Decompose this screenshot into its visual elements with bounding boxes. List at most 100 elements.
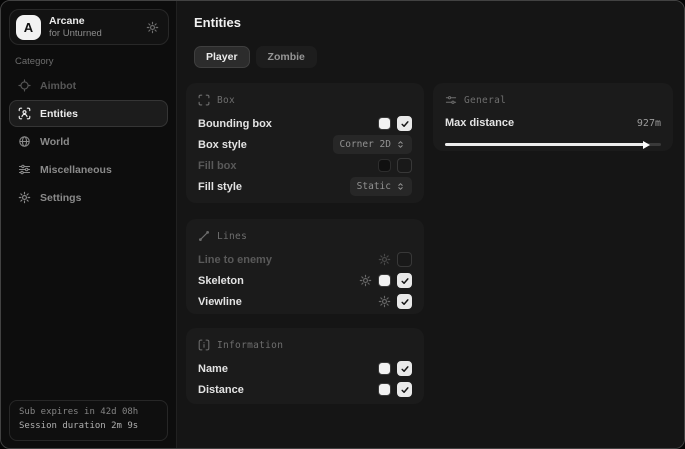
- check-icon: [400, 297, 410, 307]
- row-label: Box style: [198, 139, 247, 151]
- page-title: Entities: [194, 15, 241, 30]
- row-label: Viewline: [198, 296, 242, 308]
- line-icon: [198, 230, 210, 242]
- tab-player[interactable]: Player: [194, 46, 250, 68]
- fill-box-color-swatch[interactable]: [378, 159, 391, 172]
- panel-title: Box: [217, 95, 235, 106]
- check-icon: [400, 276, 410, 286]
- sidebar-item-label: Aimbot: [40, 80, 76, 92]
- box-panel: Box Bounding box Box style Corner 2D: [186, 83, 424, 203]
- app-logo: A: [16, 15, 41, 40]
- sidebar: A Arcane for Unturned Category Aimbot: [1, 1, 177, 448]
- row-label: Line to enemy: [198, 254, 272, 266]
- distance-color-swatch[interactable]: [378, 383, 391, 396]
- session-duration-text: Session duration 2m 9s: [19, 420, 158, 434]
- dropdown-value: Corner 2D: [340, 139, 391, 150]
- bounding-box-color-swatch[interactable]: [378, 117, 391, 130]
- line-to-enemy-checkbox[interactable]: [397, 252, 412, 267]
- row-label: Name: [198, 363, 228, 375]
- sidebar-item-aimbot[interactable]: Aimbot: [9, 72, 168, 99]
- chevrons-up-down-icon: [396, 182, 405, 191]
- sidebar-item-label: Miscellaneous: [40, 164, 112, 176]
- app-name: Arcane: [49, 15, 102, 28]
- slider-fill: [445, 143, 644, 146]
- fill-style-dropdown[interactable]: Static: [350, 177, 412, 196]
- sub-expires-text: Sub expires in 42d 08h: [19, 406, 158, 420]
- dropdown-value: Static: [357, 181, 391, 192]
- box-corners-icon: [198, 94, 210, 106]
- chevrons-up-down-icon: [396, 140, 405, 149]
- box-panel-header: Box: [198, 92, 412, 108]
- gear-icon[interactable]: [146, 21, 159, 34]
- distance-checkbox[interactable]: [397, 382, 412, 397]
- fill-box-checkbox[interactable]: [397, 158, 412, 173]
- information-panel-header: Information: [198, 337, 412, 353]
- max-distance-row: Max distance 927m: [445, 113, 661, 133]
- sliders-icon: [445, 94, 457, 106]
- row-label: Max distance: [445, 117, 514, 129]
- main-content: Entities Player Zombie Box Bounding box: [178, 1, 684, 448]
- sidebar-item-entities[interactable]: Entities: [9, 100, 168, 127]
- viewline-settings-gear-icon[interactable]: [378, 295, 391, 308]
- max-distance-value: 927m: [637, 118, 661, 129]
- name-color-swatch[interactable]: [378, 362, 391, 375]
- viewline-row: Viewline: [198, 291, 412, 312]
- globe-icon: [18, 135, 31, 148]
- sidebar-item-world[interactable]: World: [9, 128, 168, 155]
- skeleton-settings-gear-icon[interactable]: [359, 274, 372, 287]
- viewline-checkbox[interactable]: [397, 294, 412, 309]
- general-panel-header: General: [445, 92, 661, 108]
- fill-box-row: Fill box: [198, 155, 412, 176]
- app-window: A Arcane for Unturned Category Aimbot: [0, 0, 685, 449]
- row-label: Fill style: [198, 181, 242, 193]
- sidebar-item-label: Entities: [40, 108, 78, 120]
- sidebar-item-label: World: [40, 136, 70, 148]
- skeleton-row: Skeleton: [198, 270, 412, 291]
- check-icon: [400, 364, 410, 374]
- name-row: Name: [198, 358, 412, 379]
- tab-label: Player: [206, 51, 238, 63]
- information-panel: Information Name Distance: [186, 328, 424, 404]
- info-icon: [198, 339, 210, 351]
- slider-thumb[interactable]: [643, 141, 650, 149]
- sidebar-nav: Aimbot Entities World Miscellaneous: [9, 72, 168, 212]
- tab-zombie[interactable]: Zombie: [256, 46, 317, 68]
- max-distance-slider[interactable]: [445, 140, 661, 148]
- crosshair-icon: [18, 79, 31, 92]
- panel-title: General: [464, 95, 506, 106]
- box-style-row: Box style Corner 2D: [198, 134, 412, 155]
- sidebar-item-label: Settings: [40, 192, 81, 204]
- category-label: Category: [15, 56, 54, 67]
- skeleton-checkbox[interactable]: [397, 273, 412, 288]
- row-label: Fill box: [198, 160, 237, 172]
- gear-icon: [18, 191, 31, 204]
- name-checkbox[interactable]: [397, 361, 412, 376]
- line-to-enemy-row: Line to enemy: [198, 249, 412, 270]
- box-style-dropdown[interactable]: Corner 2D: [333, 135, 412, 154]
- sidebar-item-settings[interactable]: Settings: [9, 184, 168, 211]
- line-to-enemy-settings-gear-icon[interactable]: [378, 253, 391, 266]
- sliders-icon: [18, 163, 31, 176]
- panel-title: Lines: [217, 231, 247, 242]
- row-label: Bounding box: [198, 118, 272, 130]
- lines-panel: Lines Line to enemy Skeleton Viewline: [186, 219, 424, 314]
- check-icon: [400, 119, 410, 129]
- app-subtitle: for Unturned: [49, 28, 102, 40]
- bounding-box-row: Bounding box: [198, 113, 412, 134]
- person-scan-icon: [18, 107, 31, 120]
- lines-panel-header: Lines: [198, 228, 412, 244]
- logo-card: A Arcane for Unturned: [9, 9, 169, 45]
- row-label: Distance: [198, 384, 244, 396]
- app-title-block: Arcane for Unturned: [49, 15, 102, 40]
- bounding-box-checkbox[interactable]: [397, 116, 412, 131]
- subscription-status: Sub expires in 42d 08h Session duration …: [9, 400, 168, 441]
- check-icon: [400, 385, 410, 395]
- row-label: Skeleton: [198, 275, 244, 287]
- skeleton-color-swatch[interactable]: [378, 274, 391, 287]
- entity-tabs: Player Zombie: [194, 46, 317, 68]
- fill-style-row: Fill style Static: [198, 176, 412, 197]
- tab-label: Zombie: [268, 51, 305, 63]
- distance-row: Distance: [198, 379, 412, 400]
- sidebar-item-miscellaneous[interactable]: Miscellaneous: [9, 156, 168, 183]
- general-panel: General Max distance 927m: [433, 83, 673, 151]
